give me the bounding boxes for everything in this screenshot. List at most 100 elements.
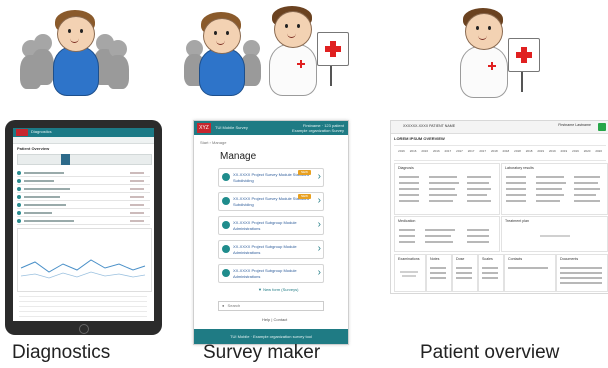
tablet-list-row[interactable]: [17, 210, 150, 217]
menu-button[interactable]: [598, 123, 606, 131]
survey-maker-illustration: [183, 6, 363, 96]
survey-card[interactable]: XX-XXXX Project Subgroup Module Administ…: [218, 264, 324, 283]
panel-notes: Notes: [426, 254, 452, 292]
timeline-tick[interactable]: 2017: [444, 149, 452, 157]
search-placeholder: Search: [227, 303, 241, 308]
tablet-app-logo: [16, 129, 28, 136]
timeline-tick[interactable]: 2016: [410, 149, 417, 157]
timeline-tick[interactable]: 2017: [468, 149, 475, 157]
survey-app-name: TUI Mobile Survey: [215, 125, 248, 130]
doctor-eye: [488, 26, 491, 30]
survey-card[interactable]: XX-XXXX Project Subgroup Module Administ…: [218, 216, 324, 235]
chevron-right-icon[interactable]: ›: [318, 219, 321, 231]
tablet-list-row[interactable]: [17, 170, 150, 177]
panel-heading: Scales: [482, 257, 493, 261]
survey-card[interactable]: XX-XXXX Project Survey Module Standard S…: [218, 192, 324, 211]
timeline-tick[interactable]: 2018: [502, 149, 510, 157]
timeline-tick[interactable]: 2019: [572, 149, 579, 157]
timeline-tick[interactable]: 2020: [584, 149, 591, 157]
tablet-timeline-selected[interactable]: [61, 154, 70, 165]
timeline-tick[interactable]: 2019: [537, 149, 544, 157]
caption-survey-maker: Survey maker: [203, 342, 321, 363]
panel-diagnosis: Diagnosis: [394, 163, 500, 215]
chevron-right-icon[interactable]: ›: [318, 243, 321, 255]
panel-medication: Medication: [394, 216, 500, 252]
survey-icon: [222, 173, 230, 181]
panel-heading: Medication: [398, 219, 416, 223]
tablet-header-title: Diagnostics: [31, 129, 52, 134]
search-icon: ●: [222, 303, 225, 308]
tablet-table-row: [19, 312, 147, 317]
doctor-head: [465, 13, 503, 50]
patient-eye: [226, 31, 229, 35]
survey-card[interactable]: XX-XXXX Project Subgroup Module Administ…: [218, 240, 324, 259]
timeline-tick[interactable]: 2019: [549, 149, 556, 157]
tablet-list-row[interactable]: [17, 186, 150, 193]
chevron-right-icon[interactable]: ›: [318, 195, 321, 207]
patient-eye: [214, 31, 217, 35]
patient-id: XXXXXX-XXXX PATIENT NAME: [403, 124, 456, 128]
user-name[interactable]: Firstname Lastname: [558, 123, 591, 127]
tablet-list-row[interactable]: [17, 218, 150, 225]
panel-treatment-plan: Treatment plan: [501, 216, 608, 252]
breadcrumb[interactable]: Start › Manage: [200, 140, 226, 145]
timeline-tick[interactable]: 2018: [526, 149, 533, 157]
survey-card-subtitle: Subdividing: [233, 178, 254, 183]
patient-eye: [68, 29, 71, 33]
tablet-home-button[interactable]: [79, 324, 89, 334]
timeline-tick[interactable]: 2018: [491, 149, 498, 157]
patient-head: [203, 18, 241, 54]
survey-card[interactable]: XX-XXXX Project Survey Module Standard S…: [218, 168, 324, 187]
tablet-list-row[interactable]: [17, 202, 150, 209]
panel-heading: Notes: [430, 257, 440, 261]
doctor-head: [274, 11, 312, 48]
doctor-badge-cross-icon: [297, 60, 305, 68]
timeline-tick[interactable]: 2017: [456, 149, 463, 157]
survey-card-title: XX-XXXX Project Subgroup Module: [233, 220, 297, 225]
chevron-right-icon[interactable]: ›: [318, 171, 321, 183]
panel-contacts: Contacts: [504, 254, 556, 292]
tablet-section-label: Patient Overview: [17, 146, 50, 151]
caption-diagnostics: Diagnostics: [12, 342, 111, 363]
timeline-tick[interactable]: 2017: [479, 149, 486, 157]
survey-maker-screen: XYZ TUI Mobile Survey Firstname · 123 pa…: [193, 120, 349, 345]
diagnostics-illustration: [20, 10, 130, 96]
patient-eye: [80, 29, 83, 33]
survey-card-subtitle: Administrations: [233, 250, 261, 255]
timeline-tick[interactable]: 2016: [433, 149, 440, 157]
doctor-coat: [269, 44, 317, 96]
overview-title: LOREM IPSUM OVERVIEW: [394, 136, 445, 141]
tablet-subnav: [13, 137, 154, 144]
tablet-list-row[interactable]: [17, 178, 150, 185]
panel-examinations: Examinations: [394, 254, 426, 292]
tablet-line-chart: [20, 259, 146, 279]
patient-overview-illustration: [452, 8, 552, 98]
survey-icon: [222, 197, 230, 205]
timeline-tick[interactable]: 2020: [595, 149, 602, 157]
timeline-tick[interactable]: 2018: [514, 149, 521, 157]
survey-card-title: XX-XXXX Project Subgroup Module: [233, 244, 297, 249]
patient-body: [199, 48, 245, 96]
timeline-tick[interactable]: 2019: [560, 149, 568, 157]
tablet-screen: Diagnostics Patient Overview: [13, 128, 154, 321]
doctor-coat: [460, 46, 508, 98]
tablet-timeline[interactable]: [17, 154, 152, 165]
timeline-tick[interactable]: 2016: [421, 149, 428, 157]
sign-stick: [330, 64, 332, 86]
doctor-eye: [476, 26, 479, 30]
panel-heading: Treatment plan: [505, 219, 530, 223]
new-survey-link[interactable]: ▼ New form (Surveys): [258, 287, 298, 292]
chevron-right-icon[interactable]: ›: [318, 267, 321, 279]
survey-icon: [222, 245, 230, 253]
survey-card-subtitle: Subdividing: [233, 202, 254, 207]
timeline-tick[interactable]: 2016: [398, 149, 405, 157]
tablet-list-row[interactable]: [17, 194, 150, 201]
caption-patient-overview: Patient overview: [420, 342, 560, 363]
panel-heading: Contacts: [508, 257, 523, 261]
crowd-person-body: [107, 55, 129, 89]
overview-timeline[interactable]: 2016 2016 2016 2016 2017 2017 2017 2017 2018 2018…: [394, 145, 606, 161]
footer-links[interactable]: Help | Contact: [262, 317, 287, 322]
new-badge: NEW: [298, 194, 311, 199]
red-cross-sign: [508, 38, 540, 72]
search-input[interactable]: ● Search: [218, 301, 324, 311]
